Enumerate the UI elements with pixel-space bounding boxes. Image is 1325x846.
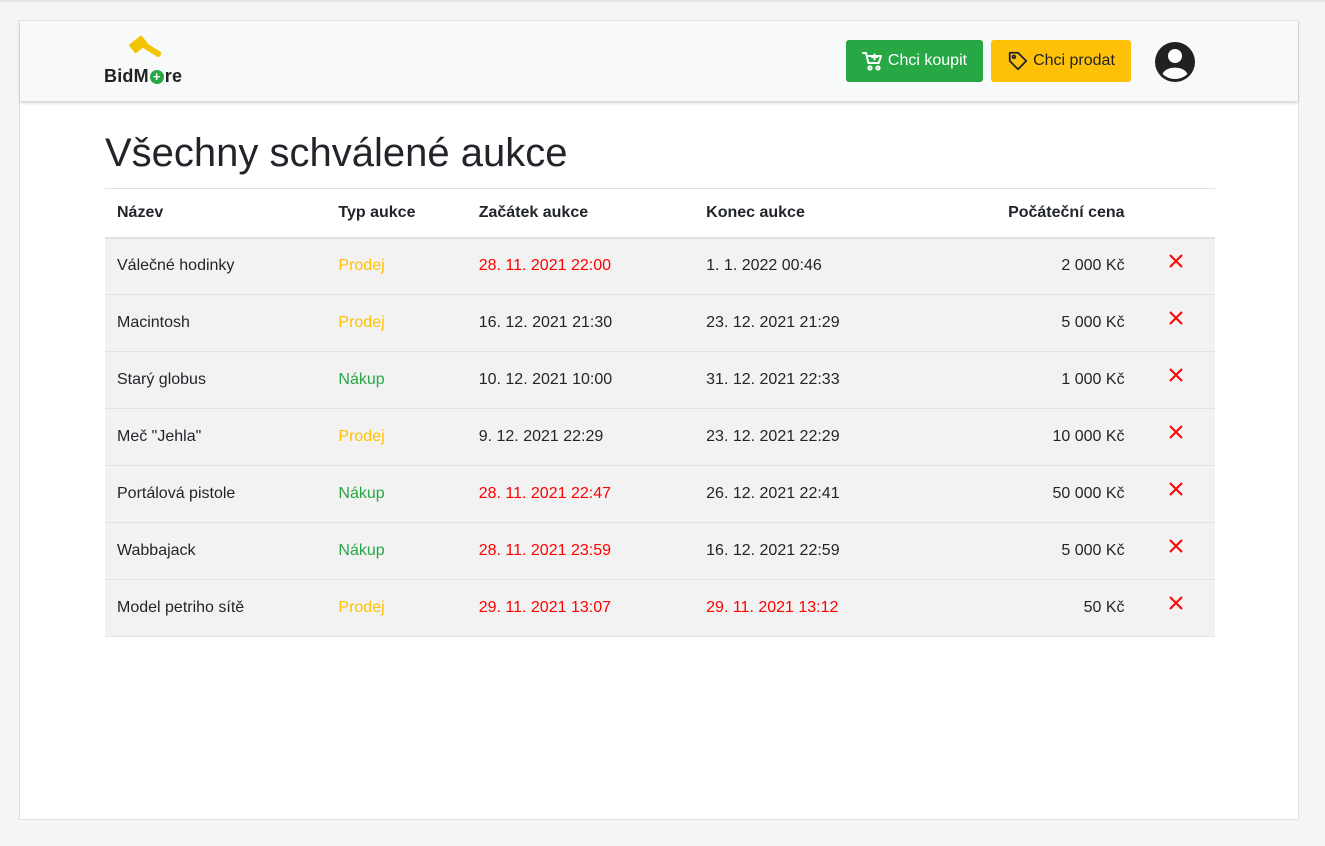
cell-price: 1 000 Kč: [921, 351, 1137, 409]
column-header-name: Název: [105, 188, 327, 239]
close-icon[interactable]: [1168, 481, 1184, 497]
cell-start: 28. 11. 2021 22:00: [466, 237, 695, 295]
cell-start: 16. 12. 2021 21:30: [466, 294, 695, 352]
close-icon[interactable]: [1168, 310, 1184, 326]
cell-name: Macintosh: [105, 294, 327, 352]
cell-delete: [1136, 408, 1215, 466]
cell-name: Meč "Jehla": [105, 408, 327, 466]
column-header-type: Typ aukce: [326, 188, 467, 239]
brand-name: BidM + re: [104, 66, 183, 86]
cell-delete: [1136, 465, 1215, 523]
cell-end: 26. 12. 2021 22:41: [694, 465, 922, 523]
cell-name: Model petriho sítě: [105, 579, 327, 637]
cell-name: Starý globus: [105, 351, 327, 409]
cell-start: 9. 12. 2021 22:29: [466, 408, 695, 466]
table-row[interactable]: Macintosh Prodej 16. 12. 2021 21:30 23. …: [105, 294, 1215, 352]
cell-price: 50 Kč: [921, 579, 1137, 637]
cell-end: 23. 12. 2021 22:29: [694, 408, 922, 466]
close-icon[interactable]: [1168, 253, 1184, 269]
user-circle-icon[interactable]: [1154, 41, 1196, 83]
table-row[interactable]: Wabbajack Nákup 28. 11. 2021 23:59 16. 1…: [105, 522, 1215, 580]
cell-type: Nákup: [326, 465, 467, 523]
cell-delete: [1136, 579, 1215, 637]
cell-start: 29. 11. 2021 13:07: [466, 579, 695, 637]
table-row[interactable]: Portálová pistole Nákup 28. 11. 2021 22:…: [105, 465, 1215, 523]
navbar: BidM + re Chci koupit Chci prodat: [20, 21, 1298, 101]
cell-type: Nákup: [326, 522, 467, 580]
cell-delete: [1136, 522, 1215, 580]
cell-start: 28. 11. 2021 22:47: [466, 465, 695, 523]
cart-icon: [861, 52, 882, 71]
app-window: BidM + re Chci koupit Chci prodat Všechn…: [19, 20, 1299, 820]
table-row[interactable]: Meč "Jehla" Prodej 9. 12. 2021 22:29 23.…: [105, 408, 1215, 466]
column-header-price: Počáteční cena: [921, 188, 1137, 239]
cell-type: Prodej: [326, 408, 467, 466]
column-header-end: Konec aukce: [694, 188, 922, 239]
sell-button[interactable]: Chci prodat: [991, 40, 1131, 82]
table-row[interactable]: Model petriho sítě Prodej 29. 11. 2021 1…: [105, 579, 1215, 637]
auctions-table: Název Typ aukce Začátek aukce Konec aukc…: [105, 188, 1215, 637]
cell-type: Prodej: [326, 579, 467, 637]
cell-price: 5 000 Kč: [921, 294, 1137, 352]
cell-start: 10. 12. 2021 10:00: [466, 351, 695, 409]
cell-delete: [1136, 237, 1215, 295]
close-icon[interactable]: [1168, 424, 1184, 440]
close-icon[interactable]: [1168, 367, 1184, 383]
cell-end: 1. 1. 2022 00:46: [694, 237, 922, 295]
browser-top-line: [0, 0, 1325, 2]
cell-delete: [1136, 294, 1215, 352]
cell-end: 31. 12. 2021 22:33: [694, 351, 922, 409]
tag-icon: [1008, 51, 1028, 71]
cell-type: Nákup: [326, 351, 467, 409]
cell-price: 5 000 Kč: [921, 522, 1137, 580]
table-header-row: Název Typ aukce Začátek aukce Konec aukc…: [105, 188, 1215, 239]
cell-name: Wabbajack: [105, 522, 327, 580]
column-header-actions: [1136, 188, 1215, 239]
close-icon[interactable]: [1168, 538, 1184, 554]
close-icon[interactable]: [1168, 595, 1184, 611]
table-row[interactable]: Starý globus Nákup 10. 12. 2021 10:00 31…: [105, 351, 1215, 409]
table-row[interactable]: Válečné hodinky Prodej 28. 11. 2021 22:0…: [105, 237, 1215, 295]
cell-start: 28. 11. 2021 23:59: [466, 522, 695, 580]
cell-name: Portálová pistole: [105, 465, 327, 523]
cell-end: 29. 11. 2021 13:12: [694, 579, 922, 637]
cell-price: 2 000 Kč: [921, 237, 1137, 295]
brand-logo[interactable]: BidM + re: [104, 33, 194, 89]
cell-type: Prodej: [326, 294, 467, 352]
page-title: Všechny schválené aukce: [105, 131, 568, 175]
cell-price: 50 000 Kč: [921, 465, 1137, 523]
sell-button-label: Chci prodat: [1033, 52, 1115, 69]
cell-type: Prodej: [326, 237, 467, 295]
cell-end: 23. 12. 2021 21:29: [694, 294, 922, 352]
column-header-start: Začátek aukce: [466, 188, 695, 239]
buy-button[interactable]: Chci koupit: [846, 40, 983, 82]
cell-delete: [1136, 351, 1215, 409]
cell-end: 16. 12. 2021 22:59: [694, 522, 922, 580]
cell-name: Válečné hodinky: [105, 237, 327, 295]
brand-plus-icon: +: [149, 70, 164, 84]
cell-price: 10 000 Kč: [921, 408, 1137, 466]
gavel-icon: [129, 35, 162, 58]
buy-button-label: Chci koupit: [887, 52, 968, 69]
